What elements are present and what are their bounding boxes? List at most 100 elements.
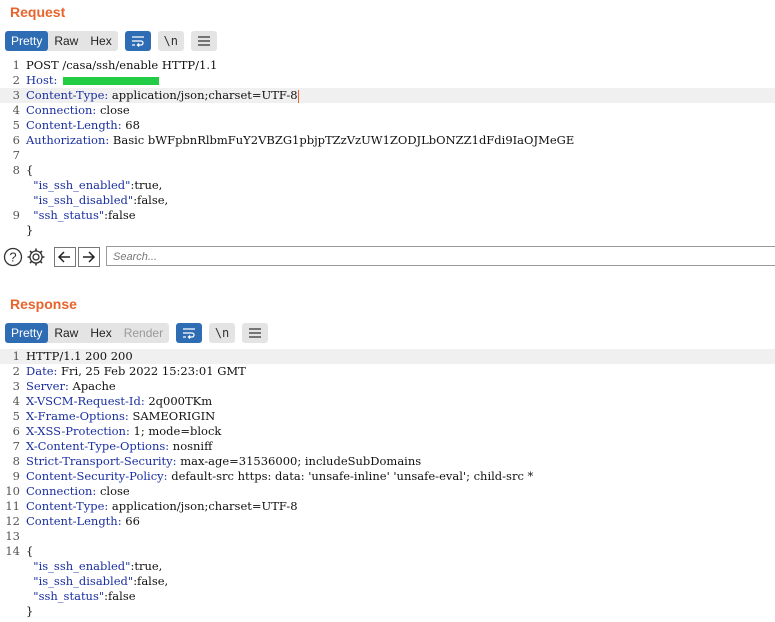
request-editor[interactable]: 1 POST /casa/ssh/enable HTTP/1.1 2 Host: 3 Co… xyxy=(0,58,775,238)
json-key: "is_ssh_enabled" xyxy=(26,178,131,192)
header-value: Fri, 25 Feb 2022 15:23:01 GMT xyxy=(57,364,246,378)
search-next-button[interactable] xyxy=(78,247,100,267)
code-line: 6 X-XSS-Protection: 1; mode=block xyxy=(0,424,775,439)
code-line: 10 Connection: close xyxy=(0,484,775,499)
code-text: Content-Type: application/json;charset=U… xyxy=(26,88,299,103)
code-line: "is_ssh_disabled":false, xyxy=(0,193,775,208)
arrow-right-icon xyxy=(83,251,96,263)
header-name: Content-Length: xyxy=(26,118,122,132)
line-number: 11 xyxy=(5,499,20,513)
code-text: X-XSS-Protection: 1; mode=block xyxy=(26,424,221,439)
response-wrap-lines-button[interactable] xyxy=(176,323,203,343)
json-key: "is_ssh_enabled" xyxy=(26,559,131,573)
line-number: 6 xyxy=(12,424,20,438)
header-value: SAMEORIGIN xyxy=(128,409,216,423)
hamburger-menu-icon xyxy=(249,328,262,338)
line-number: 6 xyxy=(12,133,20,147)
header-name: Date: xyxy=(26,364,58,378)
code-text: Date: Fri, 25 Feb 2022 15:23:01 GMT xyxy=(26,364,246,379)
request-view-tabs: Pretty Raw Hex xyxy=(5,31,118,51)
response-tab-pretty[interactable]: Pretty xyxy=(5,323,49,343)
code-line: "is_ssh_enabled":true, xyxy=(0,178,775,193)
redaction-bar xyxy=(63,77,160,85)
json-key: "is_ssh_disabled" xyxy=(26,193,134,207)
request-tab-hex[interactable]: Hex xyxy=(84,31,117,51)
code-line: 14 { xyxy=(0,544,775,559)
line-number: 14 xyxy=(5,544,20,558)
code-text: "ssh_status":false xyxy=(26,208,135,223)
code-line: 1 POST /casa/ssh/enable HTTP/1.1 xyxy=(0,58,775,73)
code-line: 1 HTTP/1.1 200 200 xyxy=(0,349,775,364)
response-tab-raw[interactable]: Raw xyxy=(48,323,84,343)
code-text: { xyxy=(26,544,33,559)
json-key: "ssh_status" xyxy=(26,208,105,222)
request-show-newlines-button[interactable]: \n xyxy=(157,31,184,51)
request-tab-raw[interactable]: Raw xyxy=(48,31,84,51)
code-line: 7 xyxy=(0,148,775,163)
code-text: Content-Length: 66 xyxy=(26,514,140,529)
request-tab-pretty[interactable]: Pretty xyxy=(5,31,49,51)
code-line: "is_ssh_enabled":true, xyxy=(0,559,775,574)
response-tab-hex[interactable]: Hex xyxy=(84,323,117,343)
gear-icon xyxy=(27,248,45,266)
code-value: } xyxy=(26,604,34,618)
request-title: Request xyxy=(10,4,66,20)
code-text: Content-Security-Policy: default-src htt… xyxy=(26,469,533,484)
code-line: 5 Content-Length: 68 xyxy=(0,118,775,133)
header-name: Content-Security-Policy: xyxy=(26,469,168,483)
code-value: HTTP/1.1 200 200 xyxy=(26,349,133,363)
code-value: } xyxy=(26,223,34,237)
code-line: 9 Content-Security-Policy: default-src ht… xyxy=(0,469,775,484)
wrap-lines-icon xyxy=(131,36,144,47)
header-name: Content-Type: xyxy=(26,499,109,513)
code-value: :true, xyxy=(130,178,163,192)
code-line: 3 Server: Apache xyxy=(0,379,775,394)
header-value: application/json;charset=UTF-8 xyxy=(108,499,298,513)
line-number: 3 xyxy=(12,88,20,102)
request-menu-button[interactable] xyxy=(190,31,217,51)
response-view-tabs: Pretty Raw Hex Render xyxy=(5,323,170,343)
code-text: Authorization: Basic bWFpbnRlbmFuY2VBZG1… xyxy=(26,133,574,148)
code-text: X-Content-Type-Options: nosniff xyxy=(26,439,212,454)
settings-button[interactable] xyxy=(26,247,46,267)
line-number: 7 xyxy=(12,148,20,162)
code-line: 2 Date: Fri, 25 Feb 2022 15:23:01 GMT xyxy=(0,364,775,379)
code-text: "is_ssh_disabled":false, xyxy=(26,193,168,208)
response-tab-render[interactable]: Render xyxy=(118,323,169,343)
code-line: 8 Strict-Transport-Security: max-age=3153… xyxy=(0,454,775,469)
code-text: Content-Length: 68 xyxy=(26,118,140,133)
json-key: "is_ssh_disabled" xyxy=(26,574,134,588)
search-input[interactable] xyxy=(107,248,775,266)
line-number: 8 xyxy=(12,454,20,468)
code-value: :false, xyxy=(133,574,169,588)
code-value: { xyxy=(26,163,34,177)
help-button[interactable]: ? xyxy=(3,247,23,267)
code-line: 9 "ssh_status":false xyxy=(0,208,775,223)
help-icon: ? xyxy=(3,247,23,267)
code-value: { xyxy=(26,544,34,558)
request-search-bar: ? xyxy=(0,245,775,269)
code-value: :true, xyxy=(130,559,163,573)
header-name: X-Content-Type-Options: xyxy=(26,439,170,453)
code-text: Content-Type: application/json;charset=U… xyxy=(26,499,298,514)
request-toolbar: Pretty Raw Hex \n xyxy=(5,31,217,51)
header-value: 1; mode=block xyxy=(129,424,222,438)
request-wrap-lines-button[interactable] xyxy=(124,31,151,51)
arrow-left-icon xyxy=(57,251,70,263)
code-text: "is_ssh_enabled":true, xyxy=(26,559,162,574)
line-number: 4 xyxy=(12,394,20,408)
code-line: 11 Content-Type: application/json;charset… xyxy=(0,499,775,514)
search-previous-button[interactable] xyxy=(54,247,76,267)
code-text: X-VSCM-Request-Id: 2q000TKm xyxy=(26,394,212,409)
response-show-newlines-button[interactable]: \n xyxy=(209,323,236,343)
response-menu-button[interactable] xyxy=(242,323,269,343)
header-value: application/json;charset=UTF-8 xyxy=(108,88,298,102)
code-value: :false, xyxy=(133,193,169,207)
header-value: default-src https: data: 'unsafe-inline'… xyxy=(167,469,534,483)
code-value: :false xyxy=(104,589,136,603)
header-name: Server: xyxy=(26,379,69,393)
line-number: 4 xyxy=(12,103,20,117)
code-line: 5 X-Frame-Options: SAMEORIGIN xyxy=(0,409,775,424)
response-editor[interactable]: 1 HTTP/1.1 200 200 2 Date: Fri, 25 Feb 2022… xyxy=(0,349,775,621)
header-name: Host: xyxy=(26,73,58,87)
